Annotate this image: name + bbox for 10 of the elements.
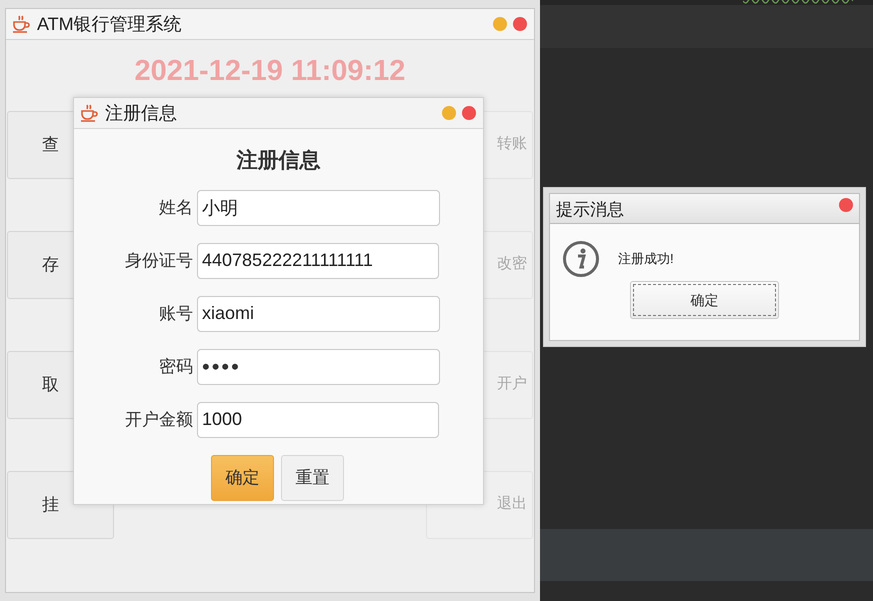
field-label: 姓名 (158, 196, 194, 219)
field-label: 密码 (158, 356, 194, 378)
field-label: 身份证号 (124, 250, 194, 272)
window-title: ATM银行管理系统 (37, 12, 183, 36)
form-heading: 注册信息 (236, 146, 320, 174)
clock-text: 2021-12-19 11:09:12 (134, 54, 406, 89)
message-text: 注册成功! (618, 250, 674, 268)
field-label: 开户金额 (124, 408, 194, 431)
dialog-title: 提示消息 (556, 198, 624, 220)
field-label: 账号 (158, 302, 194, 325)
